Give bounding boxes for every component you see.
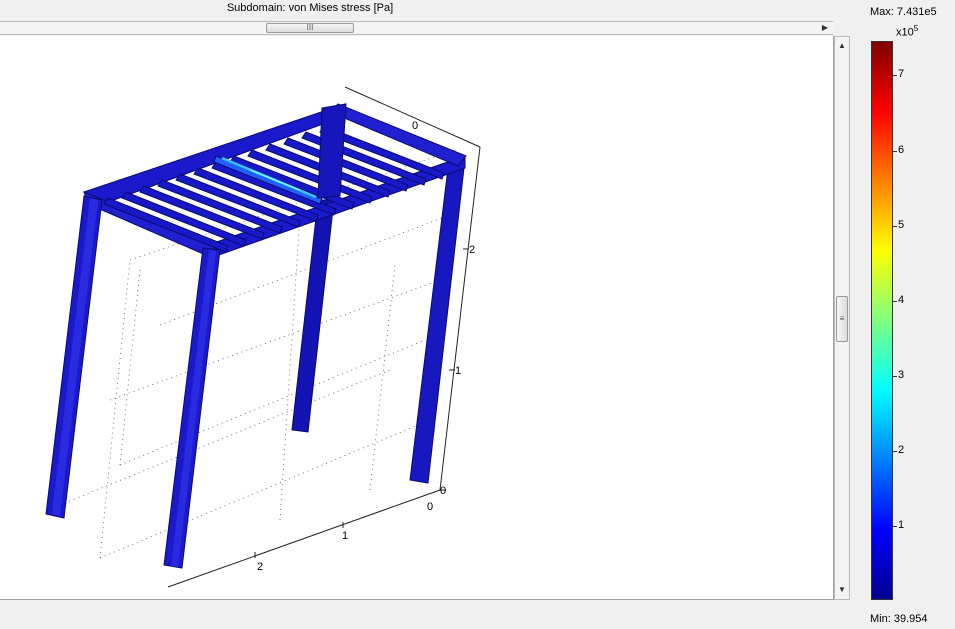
z-tick-2: 2 [469,244,475,256]
scroll-down-arrow-icon[interactable]: ▼ [835,583,849,597]
horizontal-scrollbar[interactable]: III ▶ [0,21,833,35]
colorbar-tick-label: 2 [898,444,905,456]
colorbar-multiplier: x105 [896,24,918,39]
y-tick-0: 0 [412,120,418,132]
colorbar-tick [893,451,897,452]
z-tick-1: 1 [455,365,461,377]
vertical-scrollbar[interactable]: ▲ ≡ ▼ [834,36,850,600]
scroll-right-arrow-icon[interactable]: ▶ [819,22,831,34]
colorbar-tick [893,526,897,527]
colorbar-multiplier-base: x10 [896,26,914,39]
colorbar-tick-label: 1 [898,519,905,531]
plot-viewport[interactable]: 0 1 2 0 0 1 2 [0,36,834,600]
colorbar-min-label: Min: 39.954 [870,613,928,625]
colorbar-tick-label: 3 [898,369,905,381]
back-left-leg [291,199,335,433]
3d-stress-plot: 0 1 2 0 0 1 2 [45,86,481,588]
colorbar-tick-label: 6 [898,144,905,156]
colorbar-tick [893,301,897,302]
colorbar-tick [893,75,897,76]
colorbar-tick-label: 7 [898,68,905,80]
colorbar-tick [893,226,897,227]
x-tick-0: 0 [427,501,433,513]
colorbar-max-label: Max: 7.431e5 [870,6,937,18]
colorbar [871,41,893,600]
mid-post [317,103,347,199]
horizontal-scroll-thumb[interactable]: III [266,23,354,33]
colorbar-tick [893,376,897,377]
colorbar-tick-label: 4 [898,294,905,306]
colorbar-multiplier-exponent: 5 [913,24,919,33]
scroll-up-arrow-icon[interactable]: ▲ [835,39,849,53]
x-tick-2: 2 [257,561,263,573]
x-tick-1: 1 [342,530,348,542]
colorbar-tick [893,151,897,152]
back-right-leg [409,167,465,484]
vertical-scroll-thumb[interactable]: ≡ [836,296,848,342]
z-tick-0: 0 [440,485,446,497]
plot-title: Subdomain: von Mises stress [Pa] [226,2,394,14]
colorbar-tick-label: 5 [898,219,905,231]
